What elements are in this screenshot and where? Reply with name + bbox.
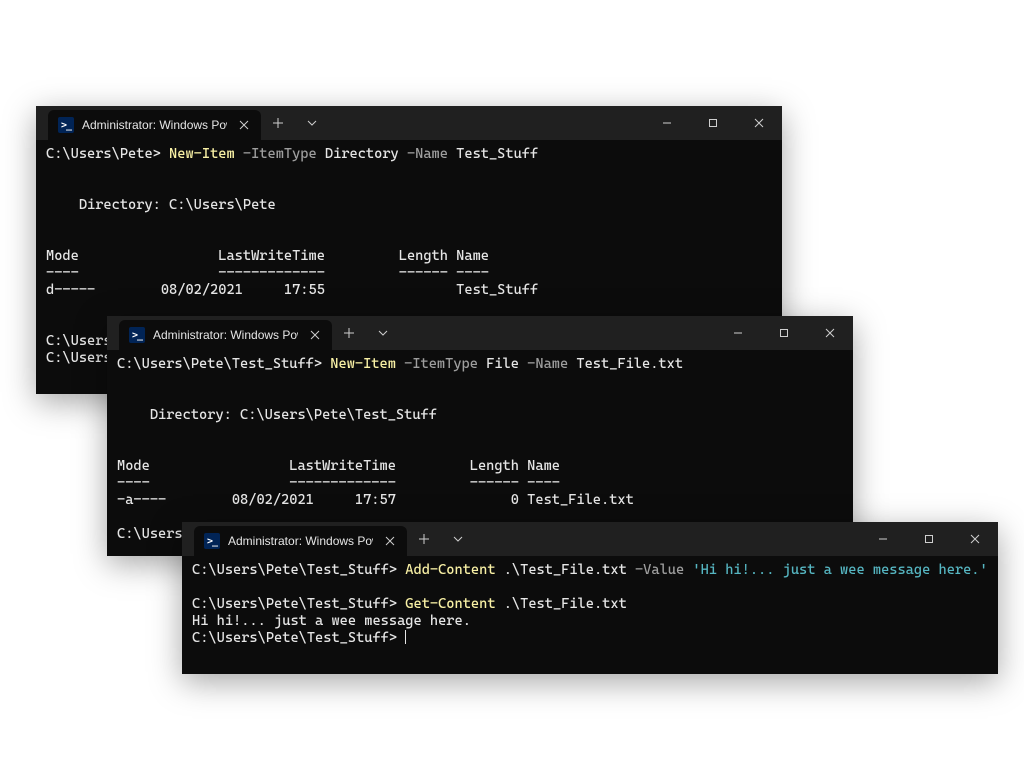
prompt-text: C:\Users	[117, 526, 183, 542]
directory-line: Directory: C:\Users\Pete	[46, 197, 276, 213]
prompt-text: C:\Users\Pete\Test_Stuff>	[192, 596, 397, 612]
param: -ItemType	[396, 356, 478, 372]
argument: .\Test_File.txt	[496, 562, 627, 578]
prompt-text: C:\Users	[46, 333, 112, 349]
cursor	[405, 630, 406, 644]
new-tab-button[interactable]	[407, 522, 441, 556]
minimize-button[interactable]	[715, 316, 761, 350]
param-value: Test_File.txt	[568, 356, 683, 372]
terminal-output[interactable]: C:\Users\Pete\Test_Stuff> Add-Content .\…	[182, 556, 998, 657]
tab-powershell[interactable]: Administrator: Windows PowerShell	[119, 320, 332, 350]
tab-title: Administrator: Windows PowerShell	[153, 328, 298, 342]
terminal-window-3: Administrator: Windows PowerShell C:\Use…	[182, 522, 998, 674]
prompt-text: C:\Users\Pete\Test_Stuff>	[117, 356, 322, 372]
powershell-icon	[58, 117, 74, 133]
maximize-button[interactable]	[761, 316, 807, 350]
param-value: File	[478, 356, 519, 372]
cmdlet: Add-Content	[397, 562, 495, 578]
maximize-button[interactable]	[690, 106, 736, 140]
cmdlet: New-Item	[161, 146, 235, 162]
titlebar-drag-area[interactable]	[475, 522, 860, 556]
param: -Name	[519, 356, 568, 372]
powershell-icon	[129, 327, 145, 343]
close-button[interactable]	[952, 522, 998, 556]
close-button[interactable]	[736, 106, 782, 140]
table-row: -a---- 08/02/2021 17:57 0 Test_File.txt	[117, 492, 634, 508]
cmdlet: Get-Content	[397, 596, 495, 612]
tab-close-button[interactable]	[381, 532, 399, 550]
titlebar[interactable]: Administrator: Windows PowerShell	[182, 522, 998, 556]
tab-title: Administrator: Windows PowerShell	[82, 118, 227, 132]
string-literal: 'Hi hi!... just a wee message here.'	[684, 562, 988, 578]
tab-title: Administrator: Windows PowerShell	[228, 534, 373, 548]
prompt-text: C:\Users\Pete\Test_Stuff>	[192, 562, 397, 578]
prompt-text: C:\Users	[46, 350, 112, 366]
table-header-rule: ---- ------------- ------ ----	[46, 265, 489, 281]
argument: .\Test_File.txt	[496, 596, 627, 612]
cmdlet: New-Item	[322, 356, 396, 372]
param: -Value	[627, 562, 684, 578]
titlebar-drag-area[interactable]	[400, 316, 715, 350]
tab-close-button[interactable]	[235, 116, 253, 134]
param-value: Directory	[317, 146, 399, 162]
param: -Name	[399, 146, 448, 162]
param-value: Test_Stuff	[448, 146, 538, 162]
tab-dropdown-button[interactable]	[366, 316, 400, 350]
tab-close-button[interactable]	[306, 326, 324, 344]
command-output: Hi hi!... just a wee message here.	[192, 613, 471, 629]
prompt-text: C:\Users\Pete\Test_Stuff>	[192, 630, 405, 646]
new-tab-button[interactable]	[261, 106, 295, 140]
table-header: Mode LastWriteTime Length Name	[46, 248, 489, 264]
tab-dropdown-button[interactable]	[441, 522, 475, 556]
tab-powershell[interactable]: Administrator: Windows PowerShell	[48, 110, 261, 140]
table-header-rule: ---- ------------- ------ ----	[117, 475, 560, 491]
table-header: Mode LastWriteTime Length Name	[117, 458, 560, 474]
close-button[interactable]	[807, 316, 853, 350]
tab-powershell[interactable]: Administrator: Windows PowerShell	[194, 526, 407, 556]
maximize-button[interactable]	[906, 522, 952, 556]
powershell-icon	[204, 533, 220, 549]
param: -ItemType	[235, 146, 317, 162]
minimize-button[interactable]	[860, 522, 906, 556]
new-tab-button[interactable]	[332, 316, 366, 350]
terminal-window-2: Administrator: Windows PowerShell C:\Use…	[107, 316, 853, 556]
prompt-text: C:\Users\Pete>	[46, 146, 161, 162]
table-row: d----- 08/02/2021 17:55 Test_Stuff	[46, 282, 538, 298]
titlebar[interactable]: Administrator: Windows PowerShell	[36, 106, 782, 140]
directory-line: Directory: C:\Users\Pete\Test_Stuff	[117, 407, 437, 423]
titlebar-drag-area[interactable]	[329, 106, 644, 140]
tab-dropdown-button[interactable]	[295, 106, 329, 140]
minimize-button[interactable]	[644, 106, 690, 140]
titlebar[interactable]: Administrator: Windows PowerShell	[107, 316, 853, 350]
